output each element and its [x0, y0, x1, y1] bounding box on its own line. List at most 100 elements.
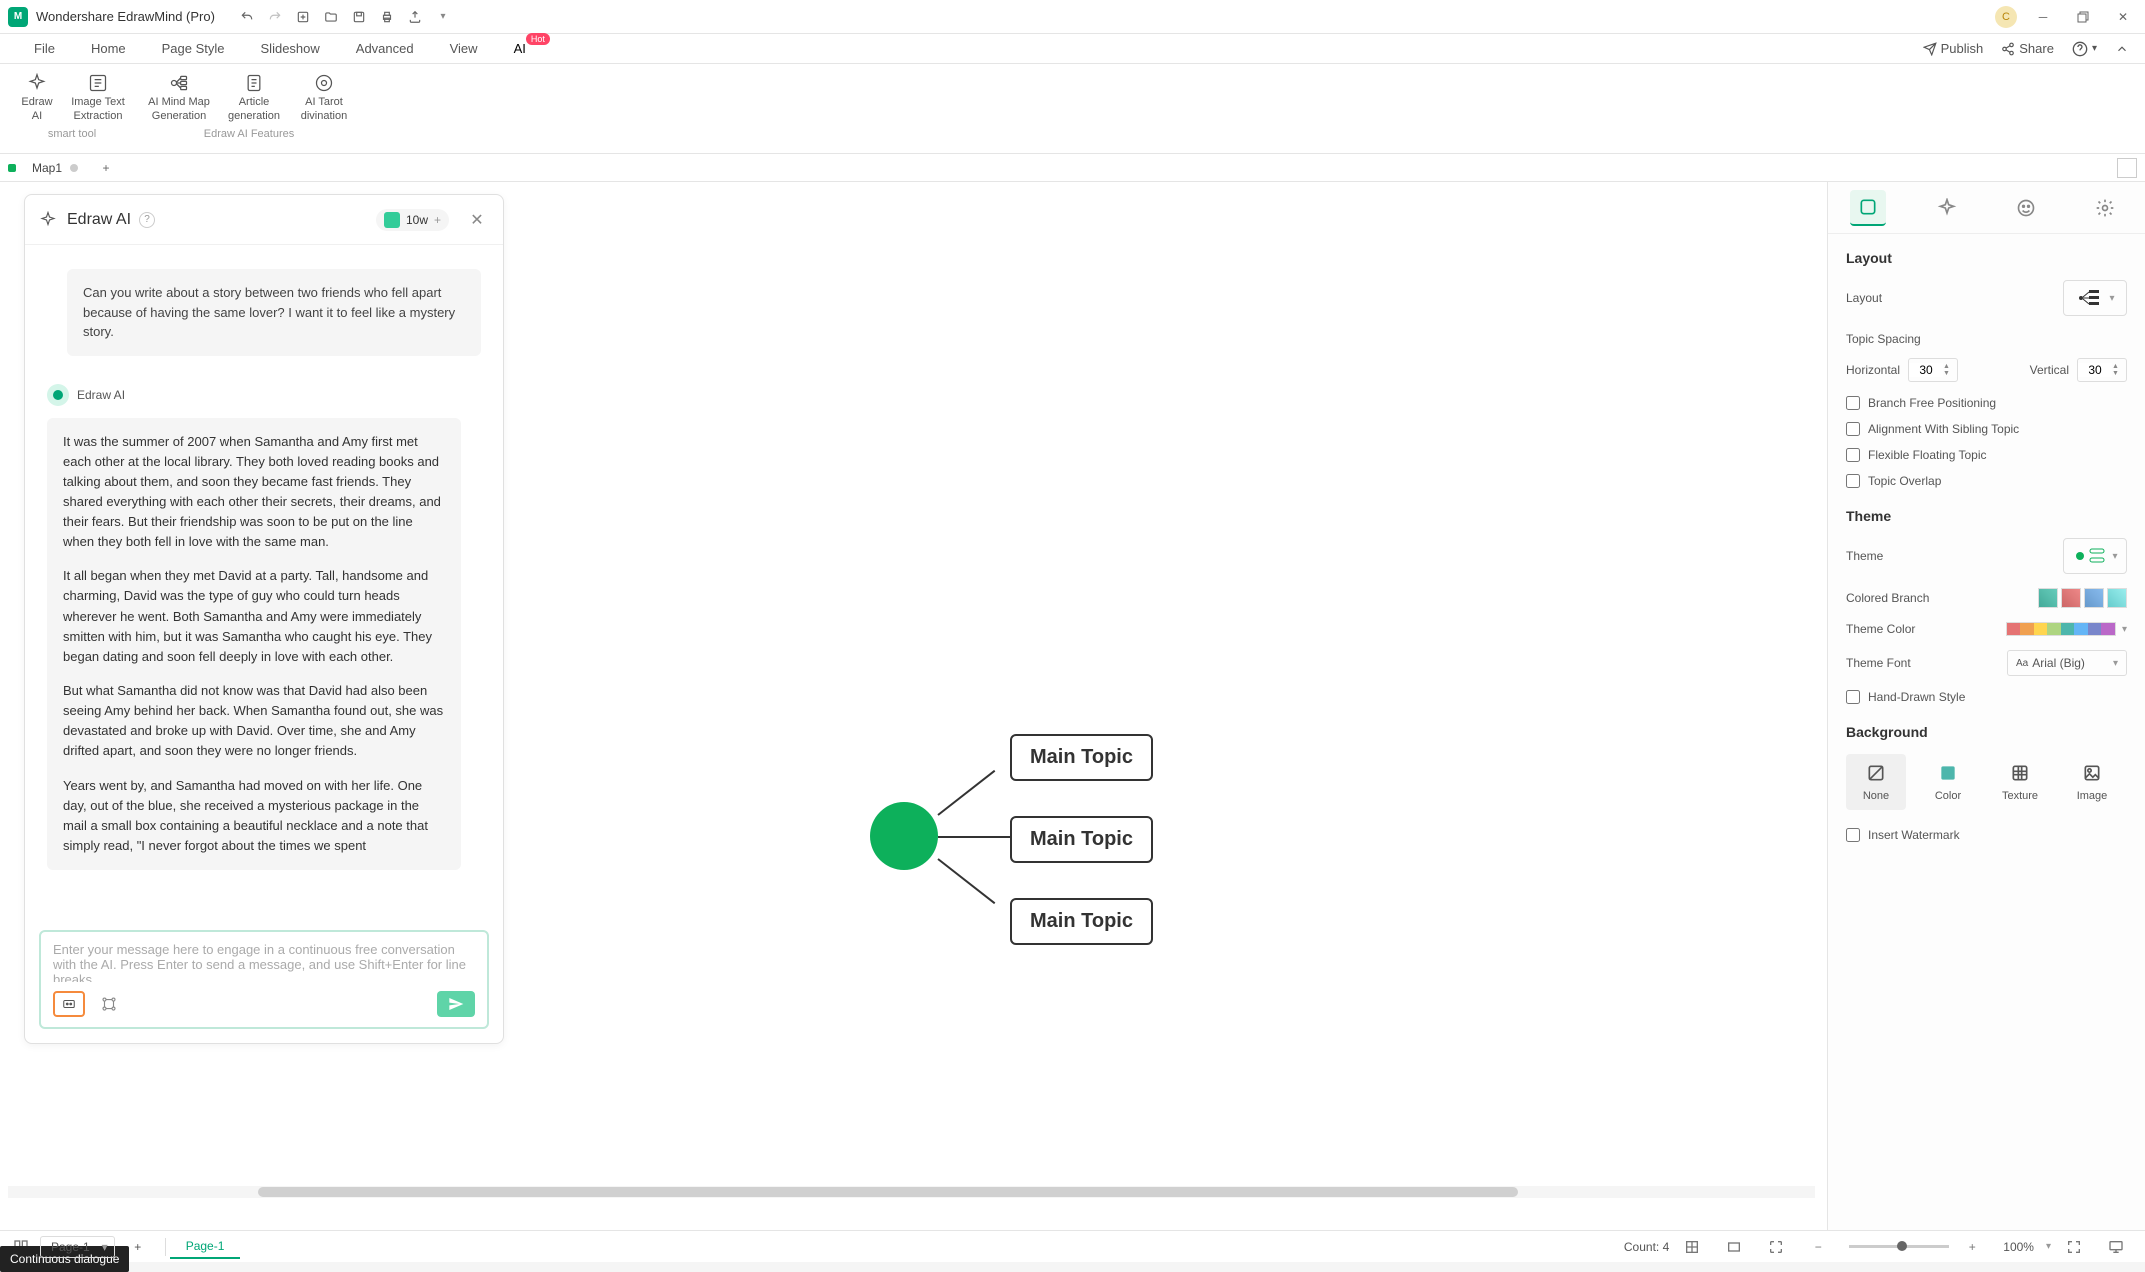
hand-drawn-checkbox[interactable] [1846, 690, 1860, 704]
ribbon-label: generation [228, 110, 280, 122]
theme-section-title: Theme [1846, 508, 2127, 524]
menu-advanced[interactable]: Advanced [338, 35, 432, 62]
menu-ai[interactable]: AIHot [496, 35, 544, 62]
settings-button[interactable] [93, 991, 125, 1017]
ai-input-box [39, 930, 489, 1029]
bg-label: Texture [2002, 790, 2038, 802]
continuous-dialogue-button[interactable] [53, 991, 85, 1017]
add-page-button[interactable]: + [127, 1236, 149, 1258]
settings-tab[interactable] [2087, 190, 2123, 226]
menu-home[interactable]: Home [73, 35, 144, 62]
horizontal-input[interactable] [1909, 363, 1943, 377]
zoom-out-button[interactable]: − [1807, 1236, 1829, 1258]
view-toggle-button[interactable] [2117, 158, 2137, 178]
layout-select[interactable]: ▾ [2063, 280, 2127, 316]
style-tab[interactable] [1929, 190, 1965, 226]
theme-select[interactable]: ▾ [2063, 538, 2127, 574]
ai-input-area [25, 920, 503, 1043]
horizontal-spinner[interactable]: ▲▼ [1908, 358, 1958, 382]
page-select[interactable]: Page-1 [40, 1236, 115, 1258]
edraw-ai-button[interactable]: EdrawAI [12, 70, 62, 126]
export-icon[interactable] [407, 9, 423, 25]
vertical-input[interactable] [2078, 363, 2112, 377]
zoom-dropdown-icon[interactable]: ▾ [2046, 1241, 2051, 1252]
undo-icon[interactable] [239, 9, 255, 25]
zoom-slider[interactable] [1849, 1245, 1949, 1248]
qat-dropdown-icon[interactable]: ▾ [435, 9, 451, 25]
alignment-checkbox[interactable] [1846, 422, 1860, 436]
document-tab[interactable]: Map1 [22, 161, 88, 175]
color-swatch[interactable] [2038, 588, 2058, 608]
menu-view[interactable]: View [432, 35, 496, 62]
close-panel-button[interactable]: ✕ [465, 208, 489, 232]
mind-topic[interactable]: Main Topic [1010, 898, 1153, 945]
watermark-checkbox[interactable] [1846, 828, 1860, 842]
bg-image-button[interactable]: Image [2062, 754, 2122, 810]
open-icon[interactable] [323, 9, 339, 25]
branch-free-checkbox[interactable] [1846, 396, 1860, 410]
bg-none-button[interactable]: None [1846, 754, 1906, 810]
close-button[interactable]: ✕ [2109, 3, 2137, 31]
right-panel-body[interactable]: Layout Layout ▾ Topic Spacing Horizontal… [1828, 234, 2145, 1230]
ai-avatar-icon [47, 384, 69, 406]
ai-message-input[interactable] [53, 942, 475, 982]
vertical-spinner[interactable]: ▲▼ [2077, 358, 2127, 382]
page-tab[interactable]: Page-1 [170, 1235, 241, 1259]
mind-topic[interactable]: Main Topic [1010, 734, 1153, 781]
color-swatch[interactable] [2107, 588, 2127, 608]
redo-icon[interactable] [267, 9, 283, 25]
tab-modified-icon [70, 164, 78, 172]
user-avatar[interactable]: C [1995, 6, 2017, 28]
menu-file[interactable]: File [16, 35, 73, 62]
mind-root-node[interactable] [870, 802, 938, 870]
zoom-knob[interactable] [1897, 1241, 1907, 1251]
minimize-button[interactable]: ─ [2029, 3, 2057, 31]
story-paragraph: But what Samantha did not know was that … [63, 681, 445, 762]
bg-label: None [1863, 790, 1889, 802]
menu-slideshow[interactable]: Slideshow [243, 35, 338, 62]
print-icon[interactable] [379, 9, 395, 25]
view-mode-2-button[interactable] [1723, 1236, 1745, 1258]
font-select[interactable]: AaArial (Big)▾ [2007, 650, 2127, 676]
ai-name: Edraw AI [77, 388, 125, 402]
ai-tarot-button[interactable]: AI Tarotdivination [290, 70, 358, 126]
mind-topic[interactable]: Main Topic [1010, 816, 1153, 863]
new-icon[interactable] [295, 9, 311, 25]
layout-section-title: Layout [1846, 250, 2127, 266]
save-icon[interactable] [351, 9, 367, 25]
collapse-ribbon-button[interactable] [2115, 42, 2129, 56]
maximize-button[interactable] [2069, 3, 2097, 31]
bg-texture-button[interactable]: Texture [1990, 754, 2050, 810]
layout-tab[interactable] [1850, 190, 1886, 226]
ribbon-group-ai-features: AI Mind MapGeneration Articlegeneration … [136, 70, 362, 140]
view-mode-1-button[interactable] [1681, 1236, 1703, 1258]
image-text-extraction-button[interactable]: Image TextExtraction [64, 70, 132, 126]
scrollbar-thumb[interactable] [258, 1187, 1518, 1197]
flexible-floating-checkbox[interactable] [1846, 448, 1860, 462]
color-swatch[interactable] [2061, 588, 2081, 608]
menu-page-style[interactable]: Page Style [144, 35, 243, 62]
ai-mind-map-button[interactable]: AI Mind MapGeneration [140, 70, 218, 126]
fit-view-button[interactable] [1765, 1236, 1787, 1258]
zoom-in-button[interactable]: + [1961, 1236, 1983, 1258]
publish-button[interactable]: Publish [1923, 41, 1984, 56]
share-button[interactable]: Share [2001, 41, 2054, 56]
icon-tab[interactable] [2008, 190, 2044, 226]
theme-color-select[interactable] [2006, 622, 2116, 636]
ribbon-label: divination [301, 110, 347, 122]
color-swatch[interactable] [2084, 588, 2104, 608]
presentation-button[interactable] [2105, 1236, 2127, 1258]
checkbox-label: Branch Free Positioning [1868, 396, 1996, 410]
article-generation-button[interactable]: Articlegeneration [220, 70, 288, 126]
help-button[interactable]: ▾ [2072, 41, 2097, 57]
topic-overlap-checkbox[interactable] [1846, 474, 1860, 488]
help-icon[interactable]: ? [139, 212, 155, 228]
add-tab-button[interactable]: + [96, 158, 116, 178]
bg-color-button[interactable]: Color [1918, 754, 1978, 810]
credits-badge[interactable]: 10w+ [376, 209, 449, 231]
horizontal-scrollbar[interactable] [8, 1186, 1815, 1198]
send-button[interactable] [437, 991, 475, 1017]
fullscreen-button[interactable] [2063, 1236, 2085, 1258]
topic-spacing-label: Topic Spacing [1846, 332, 2127, 346]
ai-panel-body[interactable]: Can you write about a story between two … [25, 245, 503, 920]
